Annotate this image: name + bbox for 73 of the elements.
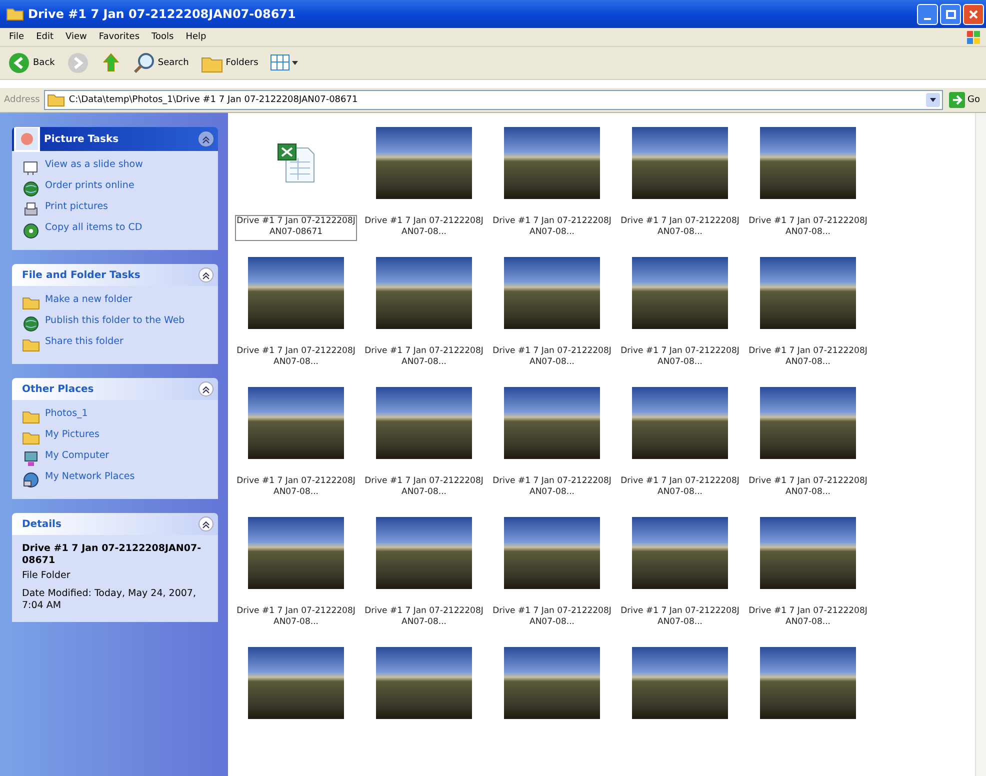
close-button[interactable] xyxy=(963,4,984,24)
minimize-button[interactable] xyxy=(917,4,938,24)
file-name[interactable]: Drive #1 7 Jan 07-2122208JAN07-08... xyxy=(363,475,485,501)
menu-item[interactable]: Favorites xyxy=(94,32,145,42)
computer-icon xyxy=(22,450,40,468)
collapse-icon xyxy=(198,131,214,147)
spreadsheet-file-icon xyxy=(276,142,316,184)
window-title: Drive #1 7 Jan 07-2122208JAN07-08671 xyxy=(28,7,297,21)
search-button[interactable]: Search xyxy=(130,50,191,76)
file-name[interactable]: Drive #1 7 Jan 07-2122208JAN07-08671 xyxy=(235,215,357,241)
task-link[interactable]: Publish this folder to the Web xyxy=(22,315,210,333)
file-name[interactable]: Drive #1 7 Jan 07-2122208JAN07-08... xyxy=(491,345,613,371)
file-name[interactable]: Drive #1 7 Jan 07-2122208JAN07-08... xyxy=(747,605,869,631)
task-link[interactable]: Photos_1 xyxy=(22,408,210,426)
back-button[interactable]: Back xyxy=(6,50,57,76)
file-name[interactable]: Drive #1 7 Jan 07-2122208JAN07-08... xyxy=(619,215,741,241)
collapse-icon xyxy=(198,381,214,397)
close-icon xyxy=(969,10,978,18)
file-name[interactable]: Drive #1 7 Jan 07-2122208JAN07-08... xyxy=(747,215,869,241)
file-name[interactable]: Drive #1 7 Jan 07-2122208JAN07-08... xyxy=(363,605,485,631)
collapse-icon xyxy=(198,516,214,532)
task-link[interactable]: Share this folder xyxy=(22,336,210,354)
windows-flag-icon xyxy=(965,28,982,46)
details-type: File Folder xyxy=(22,570,72,581)
search-icon xyxy=(132,52,155,74)
globe-icon xyxy=(22,180,40,198)
task-link[interactable]: My Pictures xyxy=(22,429,210,447)
task-link[interactable]: My Network Places xyxy=(22,471,210,489)
menu-item[interactable]: Help xyxy=(180,32,212,42)
panel-header[interactable]: Details xyxy=(12,513,218,535)
file-name[interactable]: Drive #1 7 Jan 07-2122208JAN07-08... xyxy=(619,345,741,371)
details-name: Drive #1 7 Jan 07-2122208JAN07-08671 xyxy=(22,543,202,567)
file-name[interactable]: Drive #1 7 Jan 07-2122208JAN07-08... xyxy=(235,345,357,371)
task-link[interactable]: Order prints online xyxy=(22,180,210,198)
go-arrow-icon xyxy=(948,92,965,108)
task-link[interactable]: Copy all items to CD xyxy=(22,222,210,240)
details-date: Date Modified: Today, May 24, 2007, 7:04 AM xyxy=(22,588,197,612)
task-link[interactable]: View as a slide show xyxy=(22,159,210,177)
scrollbar[interactable] xyxy=(975,113,986,776)
folders-button[interactable]: Folders xyxy=(198,50,260,76)
minimize-icon xyxy=(924,18,931,20)
panel-header[interactable]: Other Places xyxy=(12,378,218,400)
file-name[interactable]: Drive #1 7 Jan 07-2122208JAN07-08... xyxy=(491,215,613,241)
task-link[interactable]: Make a new folder xyxy=(22,294,210,312)
task-link[interactable]: Print pictures xyxy=(22,201,210,219)
panel-header[interactable]: Picture Tasks xyxy=(12,127,218,151)
address-label: Address xyxy=(4,95,40,105)
file-name[interactable]: Drive #1 7 Jan 07-2122208JAN07-08... xyxy=(235,475,357,501)
up-arrow-icon xyxy=(100,52,121,74)
file-name[interactable]: Drive #1 7 Jan 07-2122208JAN07-08... xyxy=(619,605,741,631)
collapse-icon xyxy=(198,267,214,283)
file-name[interactable]: Drive #1 7 Jan 07-2122208JAN07-08... xyxy=(363,215,485,241)
maximize-button[interactable] xyxy=(940,4,961,24)
disc-icon xyxy=(22,222,40,240)
file-name[interactable]: Drive #1 7 Jan 07-2122208JAN07-08... xyxy=(491,605,613,631)
file-name[interactable]: Drive #1 7 Jan 07-2122208JAN07-08... xyxy=(747,345,869,371)
file-name[interactable]: Drive #1 7 Jan 07-2122208JAN07-08... xyxy=(747,475,869,501)
maximize-icon xyxy=(946,10,956,18)
panel-header[interactable]: File and Folder Tasks xyxy=(12,264,218,286)
task-link[interactable]: My Computer xyxy=(22,450,210,468)
file-name[interactable]: Drive #1 7 Jan 07-2122208JAN07-08... xyxy=(619,475,741,501)
menu-item[interactable]: File xyxy=(4,32,30,42)
network-icon xyxy=(22,471,40,489)
file-name[interactable]: Drive #1 7 Jan 07-2122208JAN07-08... xyxy=(491,475,613,501)
menu-item[interactable]: Edit xyxy=(31,32,58,42)
address-field[interactable]: C:\Data\temp\Photos_1\Drive #1 7 Jan 07-2122208JAN07-08671 xyxy=(44,90,943,110)
file-name[interactable]: Drive #1 7 Jan 07-2122208JAN07-08... xyxy=(235,605,357,631)
file-name[interactable]: Drive #1 7 Jan 07-2122208JAN07-08... xyxy=(363,345,485,371)
menu-item[interactable]: View xyxy=(60,32,92,42)
menu-item[interactable]: Tools xyxy=(146,32,179,42)
globe-icon xyxy=(22,315,40,333)
go-button[interactable]: Go xyxy=(946,92,982,108)
screen-icon xyxy=(22,159,40,177)
